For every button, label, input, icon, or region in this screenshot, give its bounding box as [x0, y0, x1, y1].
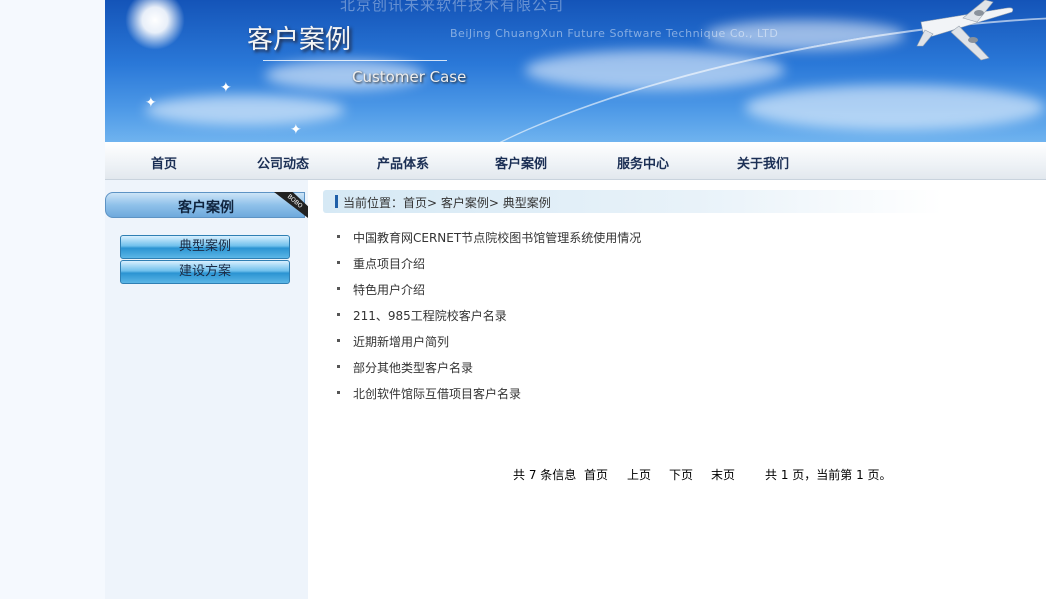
- list-item-link[interactable]: 近期新增用户简列: [353, 332, 449, 352]
- sidebar: 客户案例 BOBO 典型案例 建设方案: [105, 180, 308, 599]
- sidebar-title: 客户案例: [178, 200, 234, 216]
- sidebar-item-typical-cases[interactable]: 典型案例: [120, 235, 290, 259]
- sparkle-icon: ✦: [220, 80, 232, 96]
- main-nav: 首页 公司动态 产品体系 客户案例 服务中心 关于我们: [105, 142, 1046, 180]
- bullet-icon: [337, 313, 340, 316]
- sidebar-item-solutions[interactable]: 建设方案: [120, 260, 290, 284]
- sparkle-icon: ✦: [290, 122, 302, 138]
- bullet-icon: [337, 287, 340, 290]
- pager-first-link[interactable]: 首页: [584, 466, 608, 483]
- list-item-link[interactable]: 211、985工程院校客户名录: [353, 306, 507, 326]
- pager-next-link[interactable]: 下页: [669, 466, 693, 483]
- list-item-link[interactable]: 特色用户介绍: [353, 280, 425, 300]
- page: ✦ ✦ ✦ 北京创讯未来软件技术有限公司 BeiJing ChuangXun F…: [105, 0, 1046, 599]
- banner-divider: [263, 60, 447, 61]
- bullet-icon: [337, 365, 340, 368]
- bullet-icon: [337, 339, 340, 342]
- list-item-link[interactable]: 北创软件馆际互借项目客户名录: [353, 384, 521, 404]
- nav-item-service[interactable]: 服务中心: [617, 153, 669, 172]
- cloud: [145, 95, 345, 125]
- sidebar-header: 客户案例 BOBO: [105, 192, 308, 218]
- pager-prev-link[interactable]: 上页: [627, 466, 651, 483]
- airplane-icon: [916, 0, 1014, 61]
- sparkle-icon: ✦: [145, 95, 157, 111]
- nav-item-products[interactable]: 产品体系: [377, 153, 429, 172]
- list-item-link[interactable]: 部分其他类型客户名录: [353, 358, 473, 378]
- bullet-icon: [337, 391, 340, 394]
- list-item-link[interactable]: 中国教育网CERNET节点院校图书馆管理系统使用情况: [353, 228, 641, 248]
- company-name-en: BeiJing ChuangXun Future Software Techni…: [450, 27, 779, 40]
- pager-last-link[interactable]: 末页: [711, 466, 735, 483]
- nav-item-news[interactable]: 公司动态: [257, 153, 309, 172]
- pager-total: 共 7 条信息: [513, 468, 577, 482]
- header-banner: ✦ ✦ ✦ 北京创讯未来软件技术有限公司 BeiJing ChuangXun F…: [105, 0, 1046, 142]
- breadcrumb-marker: [335, 195, 338, 208]
- pager-summary: 共 1 页，当前第 1 页。: [765, 468, 892, 482]
- sun-glow: [125, 0, 185, 50]
- nav-item-home[interactable]: 首页: [151, 153, 177, 172]
- bullet-icon: [337, 235, 340, 238]
- breadcrumb-text: 当前位置：首页> 客户案例> 典型案例: [343, 196, 551, 210]
- list-item-link[interactable]: 重点项目介绍: [353, 254, 425, 274]
- nav-item-about[interactable]: 关于我们: [737, 153, 789, 172]
- nav-item-cases[interactable]: 客户案例: [495, 153, 547, 172]
- company-name-cn: 北京创讯未来软件技术有限公司: [340, 0, 565, 14]
- banner-title: 客户案例: [247, 25, 352, 55]
- bullet-icon: [337, 261, 340, 264]
- banner-subtitle: Customer Case: [352, 68, 467, 86]
- breadcrumb: 当前位置：首页> 客户案例> 典型案例: [323, 190, 943, 213]
